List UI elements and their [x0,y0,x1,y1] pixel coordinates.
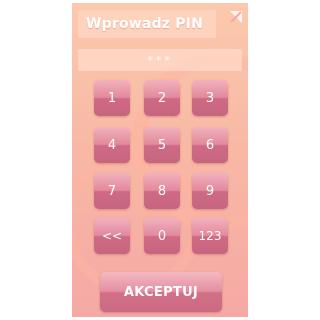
accept-button[interactable]: AKCEPTUJ [100,272,222,312]
pin-mask-text: *** [147,53,173,67]
key-6[interactable]: 6 [192,127,228,163]
header-bar: Wprowadz PIN [78,10,216,38]
page-title: Wprowadz PIN [86,16,203,32]
pin-display: *** [78,49,242,71]
key-3[interactable]: 3 [192,80,228,116]
keypad: 1 2 3 4 5 6 7 8 9 << 0 123 [94,80,230,260]
key-0[interactable]: 0 [144,218,180,254]
key-7[interactable]: 7 [94,173,130,209]
key-1[interactable]: 1 [94,80,130,116]
numeric-mode-key[interactable]: 123 [192,218,228,254]
expand-arrow-icon[interactable] [227,8,245,26]
backspace-key[interactable]: << [94,218,130,254]
key-5[interactable]: 5 [144,127,180,163]
key-4[interactable]: 4 [94,127,130,163]
key-2[interactable]: 2 [144,80,180,116]
key-9[interactable]: 9 [192,173,228,209]
pin-entry-panel: Wprowadz PIN *** 1 2 3 4 5 6 7 8 9 << 0 … [72,3,248,317]
key-8[interactable]: 8 [144,173,180,209]
